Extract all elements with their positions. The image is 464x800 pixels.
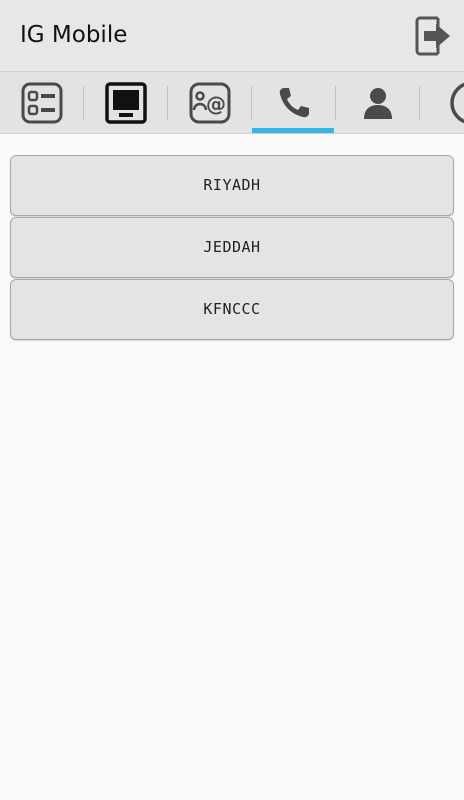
location-button-kfnccc[interactable]: KFNCCC bbox=[10, 279, 454, 340]
tab-bar: @ bbox=[0, 72, 464, 134]
logout-arrow-icon bbox=[415, 16, 450, 56]
phone-icon bbox=[279, 88, 309, 118]
location-button-jeddah[interactable]: JEDDAH bbox=[10, 217, 454, 278]
person-icon bbox=[363, 88, 392, 119]
tab-checklist[interactable] bbox=[0, 72, 83, 133]
tab-contact-email[interactable]: @ bbox=[168, 72, 251, 133]
tab-info[interactable] bbox=[420, 72, 464, 133]
app-title: IG Mobile bbox=[20, 22, 128, 48]
info-icon bbox=[449, 82, 464, 124]
location-button-riyadh[interactable]: RIYADH bbox=[10, 155, 454, 216]
logout-button[interactable] bbox=[412, 14, 454, 58]
checklist-icon bbox=[21, 82, 62, 124]
tab-phone[interactable] bbox=[252, 72, 335, 133]
tab-person[interactable] bbox=[336, 72, 419, 133]
location-list: RIYADH JEDDAH KFNCCC bbox=[10, 155, 454, 341]
svg-text:@: @ bbox=[206, 92, 226, 116]
selected-tab-indicator bbox=[252, 128, 334, 133]
monitor-icon bbox=[104, 82, 147, 124]
contact-email-icon: @ bbox=[189, 82, 230, 124]
tab-monitor[interactable] bbox=[84, 72, 167, 133]
app-bar: IG Mobile bbox=[0, 0, 464, 72]
